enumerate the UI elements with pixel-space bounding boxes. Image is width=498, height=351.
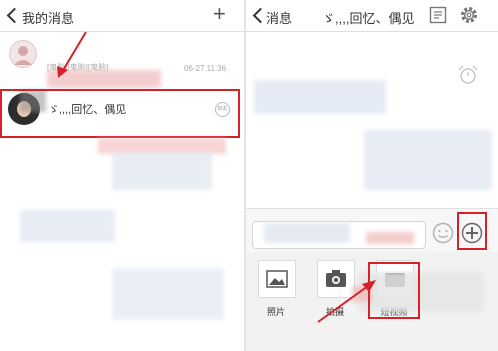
page-title: 我的消息 [22, 11, 75, 26]
highlight-box [457, 212, 487, 250]
image-icon [266, 270, 288, 288]
message-list-screen: 我的消息 + [鬼脸][鬼脸][鬼脸] 06-27 11:36 ゞ,,,,回忆、… [0, 0, 244, 351]
emoji-icon[interactable] [432, 222, 454, 244]
back-chevron-icon[interactable] [6, 7, 23, 24]
avatar [9, 40, 37, 68]
blurred-region [264, 223, 350, 243]
avatar-icon [14, 46, 32, 65]
chat-header: 消息 ゞ,,,,回忆、偶见 [246, 0, 498, 32]
blurred-region [20, 210, 115, 242]
blurred-region [364, 130, 492, 190]
blurred-region [366, 232, 414, 244]
sys-row-time: 06-27 11:36 [184, 64, 227, 73]
back-label[interactable]: 消息 [266, 8, 292, 27]
plus-icon[interactable]: + [213, 3, 226, 25]
attach-photo-label: 照片 [266, 307, 285, 317]
alarm-icon [458, 65, 478, 84]
message-list-header: 我的消息 + [0, 0, 244, 32]
attach-photo-button[interactable] [258, 260, 296, 298]
red-arrow-icon [57, 31, 87, 78]
blurred-region [254, 80, 386, 114]
red-arrow-icon [317, 280, 376, 323]
highlight-box [0, 89, 240, 138]
document-icon[interactable] [429, 6, 447, 24]
chat-screen: 消息 ゞ,,,,回忆、偶见 照片 拍摄 短视频 [246, 0, 498, 351]
blurred-region [112, 268, 224, 320]
gear-icon[interactable] [458, 4, 480, 26]
blurred-region [112, 152, 212, 190]
chat-title: ゞ,,,,回忆、偶见 [322, 11, 415, 26]
